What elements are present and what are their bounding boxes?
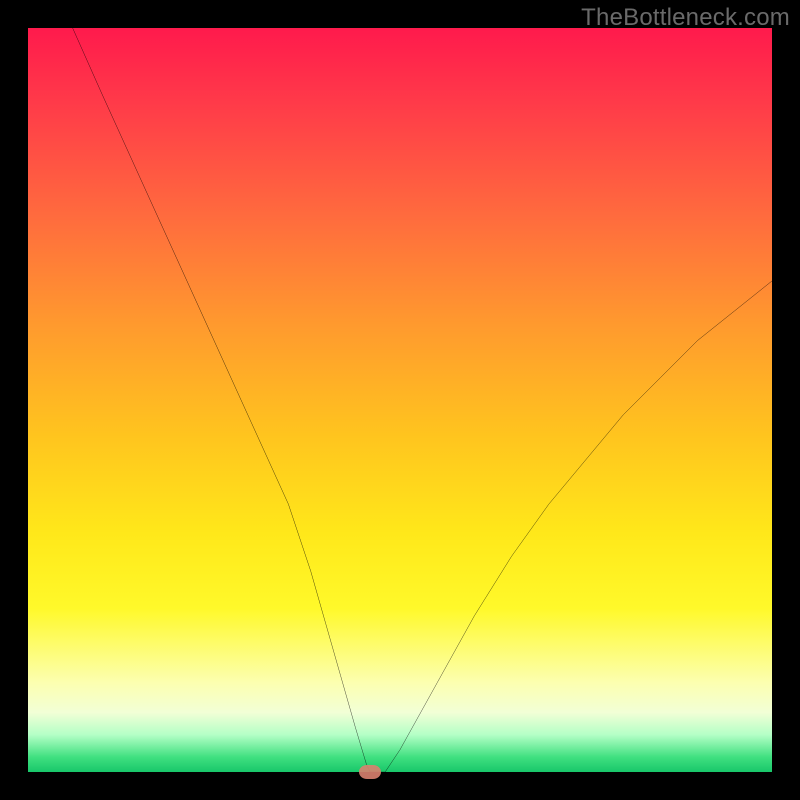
curve-svg: [28, 28, 772, 772]
chart-frame: TheBottleneck.com: [0, 0, 800, 800]
min-marker: [359, 765, 381, 779]
bottleneck-curve-path: [73, 28, 772, 772]
plot-area: [28, 28, 772, 772]
